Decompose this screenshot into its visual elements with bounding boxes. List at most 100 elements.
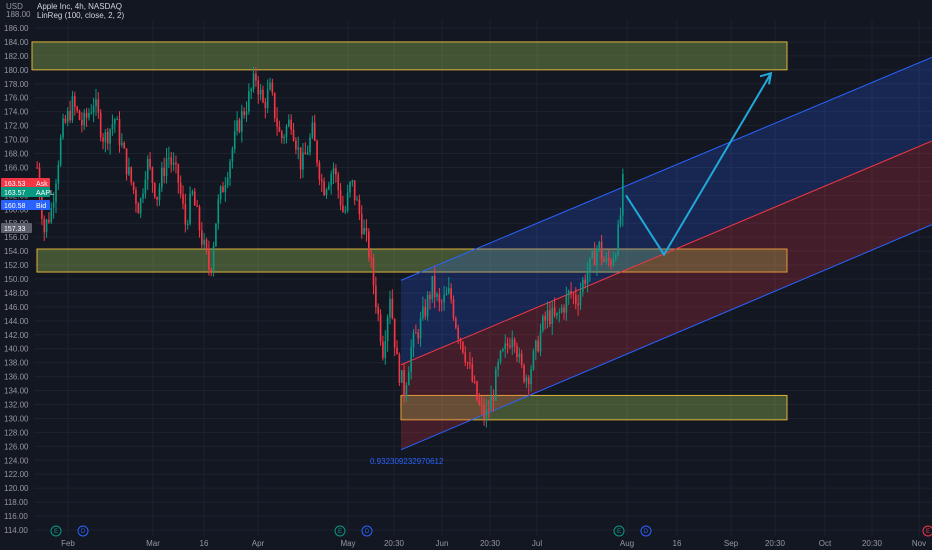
candle-body [57,165,60,184]
candle-body [556,312,558,316]
candle-body [499,350,502,363]
price-tag-value: 163.53 [4,181,26,188]
candle-body [95,99,97,107]
candle-body [104,131,107,142]
price-axis[interactable]: 114.00 116.00 118.00 120.00 122.00 124.00 126.… [4,24,29,535]
candle-body [339,189,342,206]
candle-body [375,285,377,308]
candle-body [318,163,321,180]
candle-body [238,120,241,132]
candle-body [551,307,554,324]
candle-body [614,254,617,259]
chart-title[interactable]: Apple Inc, 4h, NASDAQ [37,2,122,11]
candle-body [299,147,302,170]
candle-body [224,185,227,193]
candle-body [252,73,255,89]
candle-body [346,192,349,211]
price-chart[interactable]: 114.00 116.00 118.00 120.00 122.00 124.00 126.… [0,0,932,550]
candle-body [73,96,76,108]
candle-body [229,161,231,178]
x-tick-label: 20:30 [384,539,405,548]
candle-body [189,193,191,224]
y-tick-label: 118.00 [4,498,28,507]
candle-body [144,179,147,194]
candle-body [513,339,516,346]
candle-body [445,293,448,296]
candle-body [605,257,608,262]
candle-body [438,294,441,303]
candle-body [142,193,144,199]
candle-body [546,310,549,321]
candle-body [497,362,499,370]
y-tick-label: 156.00 [4,233,29,242]
indicator-legend[interactable]: LinReg (100, close, 2, 2) [37,11,124,20]
candle-body [245,111,248,116]
candle-body [612,258,615,266]
candle-body [603,259,605,262]
candle-body [257,80,260,95]
zone-resistance [31,41,788,71]
x-tick-label: 16 [200,539,209,548]
candle-body [276,118,278,127]
candle-body [429,294,431,300]
candle-body [306,152,309,155]
candle-body [455,318,457,328]
candle-body [182,194,184,204]
candle-body [379,314,382,342]
candle-body [149,159,151,168]
y-tick-label: 138.00 [4,359,29,368]
y-tick-label: 134.00 [4,387,29,396]
y-tick-label: 140.00 [4,345,29,354]
candle-body [55,183,57,203]
candle-body [191,191,194,194]
candle-body [313,122,316,141]
candle-body [81,119,83,126]
candle-body [422,306,424,319]
y-tick-label: 176.00 [4,94,29,103]
candle-body [210,269,213,271]
x-tick-label: 20:30 [480,539,501,548]
x-tick-label: Aug [620,539,634,548]
candle-body [139,198,142,214]
event-markers[interactable]: EDEDEDE [50,525,932,537]
candle-body [259,89,262,95]
candle-body [593,250,596,266]
candle-body [125,148,128,175]
candle-body [332,168,335,175]
candle-body [316,140,318,164]
x-tick-label: Apr [252,539,265,548]
candle-body [598,241,601,249]
candle-body [431,275,434,300]
candle-body [196,205,198,207]
candle-body [473,381,476,383]
candle-body [365,228,368,232]
candle-body [212,246,215,271]
candle-body [532,350,535,370]
candle-body [248,91,250,112]
candle-body [186,223,189,225]
y-tick-label: 128.00 [4,428,29,437]
candle-body [116,119,118,121]
y-tick-label: 148.00 [4,289,29,298]
candle-body [443,295,445,303]
candle-body [52,202,55,208]
candle-body [466,362,469,364]
y-tick-label: 120.00 [4,484,29,493]
candle-body [250,88,253,92]
candle-body [525,377,528,382]
candle-body [273,92,276,119]
time-axis[interactable]: Feb Mar 16 Apr May 20:30 Jun 20:30 Jul Aug 16 Sep 20… [61,539,926,548]
candle-body [407,371,410,386]
candle-body [337,174,340,190]
candle-body [151,167,154,183]
candle-body [280,131,283,139]
candle-body [558,312,561,314]
candle-body [88,113,90,118]
x-tick-label: 16 [673,539,682,548]
y-tick-label: 142.00 [4,331,29,340]
candle-body [579,291,582,306]
y-tick-label: 172.00 [4,122,29,131]
candle-body [391,298,394,319]
top-price-tick: 188.00 [6,10,31,19]
candle-body [502,349,504,351]
